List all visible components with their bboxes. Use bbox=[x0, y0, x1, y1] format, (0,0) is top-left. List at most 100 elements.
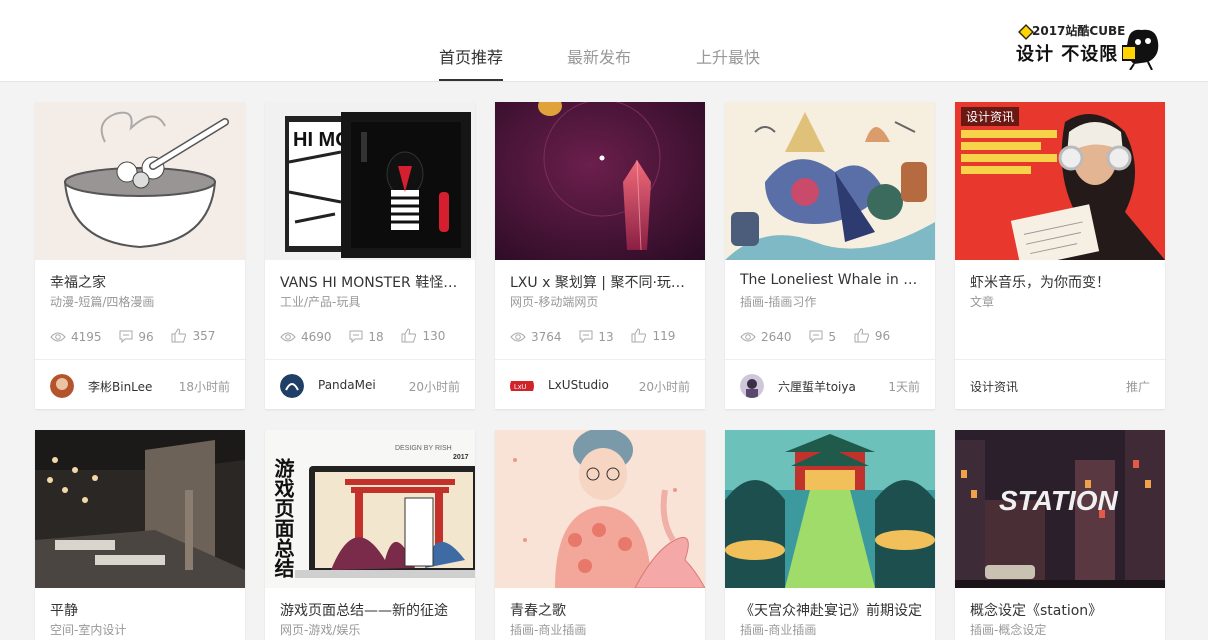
card-divider bbox=[725, 359, 935, 360]
work-stats: 4690 18 130 bbox=[280, 328, 459, 346]
post-time: 20小时前 bbox=[638, 380, 690, 394]
comment-icon bbox=[349, 330, 363, 343]
avatar[interactable] bbox=[740, 374, 764, 398]
active-tab-indicator bbox=[439, 79, 503, 81]
eye-icon bbox=[280, 332, 296, 342]
like-count: 119 bbox=[652, 328, 676, 343]
work-thumbnail[interactable] bbox=[35, 102, 245, 260]
avatar[interactable] bbox=[50, 374, 74, 398]
work-card[interactable]: LXU x 聚划算 | 聚不同·玩出新 网页-移动端网页 3764 13 119… bbox=[495, 102, 705, 409]
work-thumbnail[interactable] bbox=[495, 102, 705, 260]
vertical-title-text: 游戏页面总结 bbox=[271, 458, 295, 578]
like-count: 130 bbox=[422, 328, 446, 343]
work-thumbnail[interactable] bbox=[725, 430, 935, 588]
cube-promo-banner[interactable]: 2017站酷CUBE 设计 不设限 bbox=[1010, 18, 1170, 74]
comment-icon bbox=[579, 330, 593, 343]
tab-homepage-recommend[interactable]: 首页推荐 bbox=[439, 44, 503, 68]
eye-icon bbox=[510, 332, 526, 342]
thumbs-up-icon bbox=[401, 328, 417, 343]
work-stats: 4195 96 357 bbox=[50, 328, 229, 346]
work-thumbnail[interactable]: STATION bbox=[955, 430, 1165, 588]
work-category[interactable]: 工业/产品-玩具 bbox=[280, 293, 360, 310]
author-row[interactable]: PandaMei 20小时前 bbox=[280, 374, 460, 398]
author-name[interactable]: 李彬BinLee bbox=[88, 378, 152, 395]
work-category[interactable]: 插画-商业插画 bbox=[510, 621, 586, 638]
comment-count: 96 bbox=[138, 329, 154, 344]
work-category[interactable]: 动漫-短篇/四格漫画 bbox=[50, 293, 154, 310]
work-title[interactable]: 游戏页面总结——新的征途 bbox=[280, 600, 462, 620]
tab-rising[interactable]: 上升最快 bbox=[696, 44, 760, 68]
work-thumbnail[interactable] bbox=[495, 430, 705, 588]
design-year: 2017 bbox=[453, 454, 469, 461]
work-card[interactable]: 平静 空间-室内设计 bbox=[35, 430, 245, 640]
work-category[interactable]: 网页-游戏/娱乐 bbox=[280, 621, 360, 638]
work-thumbnail[interactable]: DESIGN BY RISH 2017 游戏页面总结 bbox=[265, 430, 475, 588]
view-count: 2640 bbox=[761, 330, 792, 344]
work-title[interactable]: LXU x 聚划算 | 聚不同·玩出新 bbox=[510, 272, 692, 292]
avatar[interactable]: LxU bbox=[510, 374, 534, 398]
comment-count: 18 bbox=[368, 329, 384, 344]
eye-icon bbox=[740, 332, 756, 342]
work-title[interactable]: 青春之歌 bbox=[510, 600, 692, 620]
work-card[interactable]: The Loneliest Whale in the World 插画-插画习作… bbox=[725, 102, 935, 409]
view-count: 4690 bbox=[301, 330, 332, 344]
card-divider bbox=[955, 359, 1165, 360]
station-title-text: STATION bbox=[999, 485, 1119, 516]
author-row[interactable]: 六厘蜇羊toiya 1天前 bbox=[740, 374, 920, 398]
like-count: 96 bbox=[874, 328, 891, 343]
author-name[interactable]: PandaMei bbox=[318, 378, 376, 392]
work-title[interactable]: 平静 bbox=[50, 600, 232, 620]
view-count: 4195 bbox=[71, 330, 102, 344]
work-card[interactable]: STATION 概念设定《station》 插画-概念设定 bbox=[955, 430, 1165, 640]
work-category[interactable]: 空间-室内设计 bbox=[50, 621, 126, 638]
work-title[interactable]: 幸福之家 bbox=[50, 272, 232, 292]
work-card[interactable]: 青春之歌 插画-商业插画 bbox=[495, 430, 705, 640]
thumbs-up-icon bbox=[854, 328, 869, 343]
work-category[interactable]: 文章 bbox=[970, 293, 994, 310]
logo-text: LxU bbox=[514, 384, 526, 391]
author-row[interactable]: 设计资讯 推广 bbox=[970, 374, 1150, 398]
view-count: 3764 bbox=[531, 330, 562, 344]
top-nav-bar: 首页推荐 最新发布 上升最快 2017站酷CUBE 设计 不设限 bbox=[0, 0, 1208, 82]
work-category[interactable]: 网页-移动端网页 bbox=[510, 293, 598, 310]
thumbs-up-icon bbox=[171, 328, 187, 343]
promo-label: 推广 bbox=[1125, 380, 1150, 394]
comment-icon bbox=[809, 330, 823, 343]
author-name[interactable]: 设计资讯 bbox=[970, 378, 1018, 395]
comment-count: 13 bbox=[598, 329, 614, 344]
tab-latest[interactable]: 最新发布 bbox=[567, 44, 631, 68]
work-thumbnail[interactable] bbox=[725, 102, 935, 260]
work-title[interactable]: 概念设定《station》 bbox=[970, 600, 1152, 620]
work-card[interactable]: HI MO VANS HI MONSTER 鞋怪潮玩 工业/产品-玩具 4690… bbox=[265, 102, 475, 409]
author-row[interactable]: LxU LxUStudio 20小时前 bbox=[510, 374, 690, 398]
eye-icon bbox=[50, 332, 66, 342]
author-name[interactable]: 六厘蜇羊toiya bbox=[778, 378, 856, 395]
work-title[interactable]: 虾米音乐，为你而变！ bbox=[970, 272, 1152, 292]
card-divider bbox=[495, 359, 705, 360]
post-time: 1天前 bbox=[888, 380, 920, 394]
author-row[interactable]: 李彬BinLee 18小时前 bbox=[50, 374, 230, 398]
post-time: 20小时前 bbox=[408, 380, 460, 394]
work-category[interactable]: 插画-插画习作 bbox=[740, 293, 816, 310]
work-stats: 3764 13 119 bbox=[510, 328, 689, 346]
promo-line-2: 设计 不设限 bbox=[1016, 44, 1119, 65]
post-time: 18小时前 bbox=[178, 380, 230, 394]
thumbs-up-icon bbox=[631, 328, 647, 343]
work-category[interactable]: 插画-商业插画 bbox=[740, 621, 816, 638]
work-title[interactable]: The Loneliest Whale in the World bbox=[740, 272, 922, 288]
content-tag: 设计资讯 bbox=[961, 107, 1020, 126]
work-card[interactable]: DESIGN BY RISH 2017 游戏页面总结 游戏页面总结——新的征途 … bbox=[265, 430, 475, 640]
work-card[interactable]: 幸福之家 动漫-短篇/四格漫画 4195 96 357 李彬BinLee 18小… bbox=[35, 102, 245, 409]
card-divider bbox=[35, 359, 245, 360]
work-thumbnail[interactable] bbox=[35, 430, 245, 588]
work-card[interactable]: 《天宫众神赴宴记》前期设定 插画-商业插画 bbox=[725, 430, 935, 640]
work-category[interactable]: 插画-概念设定 bbox=[970, 621, 1046, 638]
avatar[interactable] bbox=[280, 374, 304, 398]
work-thumbnail[interactable]: HI MO bbox=[265, 102, 475, 260]
work-title[interactable]: VANS HI MONSTER 鞋怪潮玩 bbox=[280, 272, 462, 292]
work-thumbnail[interactable]: 设计资讯 bbox=[955, 102, 1165, 260]
author-name[interactable]: LxUStudio bbox=[548, 378, 609, 392]
work-card[interactable]: 设计资讯 虾米音乐，为你而变！ 文章 设计资讯 推广 bbox=[955, 102, 1165, 409]
comment-icon bbox=[119, 330, 133, 343]
work-title[interactable]: 《天宫众神赴宴记》前期设定 bbox=[740, 600, 922, 620]
